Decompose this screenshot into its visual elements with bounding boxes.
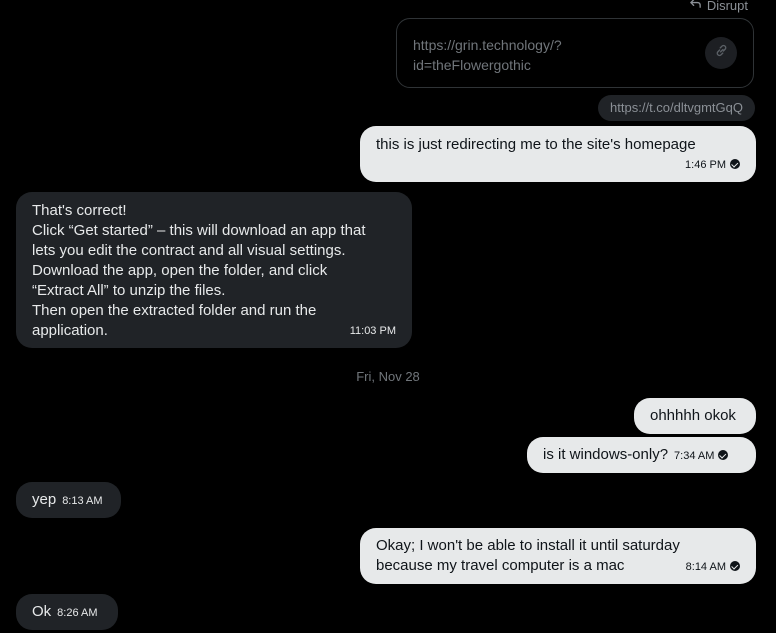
link-button[interactable]: [705, 37, 737, 69]
message-bubble[interactable]: That's correct! Click “Get started” – th…: [16, 192, 412, 348]
link-icon: [714, 43, 729, 63]
message-bubble[interactable]: is it windows-only? 7:34 AM: [527, 437, 756, 473]
message-timestamp: 1:46 PM: [685, 155, 740, 175]
read-check-icon: [718, 450, 729, 460]
link-preview-card[interactable]: https://grin.technology/?id=theFlowergot…: [396, 18, 754, 88]
message-text: ohhhhh okok: [650, 407, 736, 424]
message-text: yep: [32, 491, 57, 508]
message-text: Ok: [32, 603, 52, 620]
message-bubble[interactable]: Ok 8:26 AM: [16, 594, 118, 630]
read-check-icon: [730, 159, 740, 169]
message-line: lets you edit the contract and all visua…: [32, 242, 346, 259]
message-timestamp: 8:13 AM: [62, 495, 103, 507]
message-bubble[interactable]: yep 8:13 AM: [16, 482, 121, 518]
message-bubble[interactable]: this is just redirecting me to the site'…: [360, 126, 756, 182]
message-timestamp: 8:14 AM: [686, 557, 740, 577]
link-preview-url: https://grin.technology/?id=theFlowergot…: [413, 37, 562, 73]
date-separator: Fri, Nov 28: [356, 369, 420, 384]
message-timestamp: 11:03 PM: [349, 325, 396, 337]
message-text: this is just redirecting me to the site'…: [376, 136, 696, 153]
message-line: Then open the extracted folder and run t…: [32, 302, 317, 319]
message-line: That's correct!: [32, 202, 127, 219]
reply-context-label: Disrupt: [706, 0, 748, 13]
message-bubble[interactable]: ohhhhh okok: [634, 398, 756, 434]
message-timestamp: 8:26 AM: [57, 607, 98, 619]
message-bubble[interactable]: Okay; I won't be able to install it unti…: [360, 528, 756, 584]
reply-context[interactable]: Disrupt: [689, 0, 748, 13]
message-line: application.: [32, 322, 108, 339]
message-text: is it windows-only?: [543, 446, 669, 463]
message-line: Click “Get started” – this will download…: [32, 222, 366, 239]
message-line: Okay; I won't be able to install it unti…: [376, 537, 680, 554]
message-line: “Extract All” to unzip the files.: [32, 282, 226, 299]
tco-link[interactable]: https://t.co/dltvgmtGqQ: [598, 95, 755, 121]
reply-arrow-icon: [689, 0, 702, 13]
message-line: Download the app, open the folder, and c…: [32, 262, 328, 279]
read-check-icon: [730, 561, 740, 571]
message-timestamp: 7:34 AM: [674, 450, 729, 462]
